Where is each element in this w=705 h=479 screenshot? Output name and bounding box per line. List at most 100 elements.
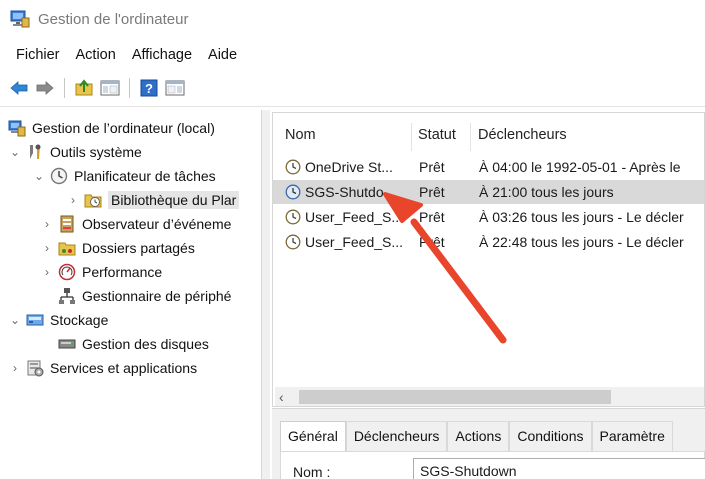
horizontal-scrollbar[interactable]: ‹ — [275, 387, 704, 406]
show-hide-tree-icon[interactable] — [99, 77, 121, 99]
services-icon — [26, 359, 44, 377]
title-bar: Gestion de l'ordinateur — [0, 0, 705, 38]
tree-label: Dossiers partagés — [82, 240, 195, 256]
column-divider[interactable] — [411, 123, 412, 151]
task-trigger: À 03:26 tous les jours - Le décler — [479, 209, 684, 225]
tools-icon — [26, 143, 44, 161]
table-row[interactable]: SGS-Shutdo... Prêt À 21:00 tous les jour… — [273, 180, 704, 204]
tree-item-gestionnaire-peripheriques[interactable]: Gestionnaire de périphé — [58, 284, 231, 308]
tab-general[interactable]: Général — [280, 421, 346, 451]
tree-item-planificateur[interactable]: ⌄ Planificateur de tâches — [32, 164, 216, 188]
name-field[interactable]: SGS-Shutdown — [413, 458, 705, 479]
task-status: Prêt — [419, 159, 445, 175]
tree-item-observateur[interactable]: › Observateur d’événeme — [40, 212, 231, 236]
shared-folder-icon — [58, 239, 76, 257]
svg-text:?: ? — [145, 81, 153, 96]
tab-actions[interactable]: Actions — [447, 421, 510, 451]
scroll-left-icon[interactable]: ‹ — [279, 389, 284, 405]
chevron-down-icon[interactable]: ⌄ — [32, 169, 46, 183]
task-trigger: À 22:48 tous les jours - Le décler — [479, 234, 684, 250]
column-divider[interactable] — [470, 123, 471, 151]
task-clock-icon — [285, 184, 301, 200]
menu-fichier[interactable]: Fichier — [8, 45, 68, 65]
scrollbar-thumb[interactable] — [299, 390, 611, 404]
tree-item-gestion-disques[interactable]: Gestion des disques — [58, 332, 209, 356]
tree-item-dossiers-partages[interactable]: › Dossiers partagés — [40, 236, 195, 260]
tree-label: Observateur d’événeme — [82, 216, 232, 232]
task-status: Prêt — [419, 184, 445, 200]
column-header-nom[interactable]: Nom — [285, 127, 316, 143]
column-header-declencheurs[interactable]: Déclencheurs — [478, 127, 567, 143]
task-name: OneDrive St... — [305, 159, 393, 175]
event-viewer-icon — [58, 215, 76, 233]
toolbar: ? — [0, 74, 186, 102]
tree-label: Bibliothèque du Plar — [108, 191, 240, 209]
menu-action[interactable]: Action — [68, 45, 124, 65]
tree-label: Stockage — [50, 312, 109, 328]
column-header-statut[interactable]: Statut — [418, 127, 456, 143]
general-tab-content: Nom : SGS-Shutdown — [280, 451, 705, 479]
chevron-right-icon[interactable]: › — [40, 265, 54, 279]
tree-item-root[interactable]: Gestion de l’ordinateur (local) — [8, 116, 215, 140]
toolbar-divider — [0, 106, 705, 107]
tree-label: Performance — [82, 264, 163, 280]
disk-management-icon — [58, 335, 76, 353]
menu-aide[interactable]: Aide — [200, 45, 245, 65]
tree-label: Services et applications — [50, 360, 198, 376]
detail-tabs: Général Déclencheurs Actions Conditions … — [280, 421, 673, 451]
tree-label: Outils système — [50, 144, 142, 160]
navigation-tree: Gestion de l’ordinateur (local) ⌄ Outils… — [0, 110, 262, 479]
tree-item-outils-systeme[interactable]: ⌄ Outils système — [8, 140, 142, 164]
back-icon[interactable] — [8, 77, 30, 99]
chevron-right-icon[interactable]: › — [66, 193, 80, 207]
pane-splitter[interactable] — [262, 110, 270, 479]
task-clock-icon — [285, 159, 301, 175]
chevron-right-icon[interactable]: › — [40, 217, 54, 231]
tab-declencheurs[interactable]: Déclencheurs — [345, 421, 448, 451]
table-row[interactable]: User_Feed_S... Prêt À 22:48 tous les jou… — [273, 230, 704, 254]
tab-parametres[interactable]: Paramètre — [591, 421, 673, 451]
computer-management-icon — [10, 10, 30, 28]
table-row[interactable]: OneDrive St... Prêt À 04:00 le 1992-05-0… — [273, 155, 704, 179]
task-detail-panel: Général Déclencheurs Actions Conditions … — [272, 408, 705, 479]
tree-item-performance[interactable]: › Performance — [40, 260, 162, 284]
task-clock-icon — [285, 234, 301, 250]
toolbar-separator — [129, 78, 130, 98]
task-clock-icon — [285, 209, 301, 225]
storage-icon — [26, 311, 44, 329]
toolbar-separator — [64, 78, 65, 98]
name-field-label: Nom : — [293, 464, 331, 479]
task-list: Nom Statut Déclencheurs OneDrive St... P… — [272, 112, 705, 407]
task-trigger: À 21:00 tous les jours — [479, 184, 614, 200]
task-status: Prêt — [419, 234, 445, 250]
tab-conditions[interactable]: Conditions — [509, 421, 592, 451]
forward-icon[interactable] — [34, 77, 56, 99]
tree-label: Gestion des disques — [82, 336, 209, 352]
task-list-pane: Nom Statut Déclencheurs OneDrive St... P… — [270, 110, 705, 479]
task-status: Prêt — [419, 209, 445, 225]
tree-label: Planificateur de tâches — [74, 168, 216, 184]
clock-icon — [50, 167, 68, 185]
menu-bar: Fichier Action Affichage Aide — [0, 42, 245, 68]
menu-affichage[interactable]: Affichage — [124, 45, 200, 65]
task-name: SGS-Shutdo... — [305, 184, 396, 200]
chevron-down-icon[interactable]: ⌄ — [8, 313, 22, 327]
table-row[interactable]: User_Feed_S... Prêt À 03:26 tous les jou… — [273, 205, 704, 229]
tree-label: Gestionnaire de périphé — [82, 288, 232, 304]
action-pane-icon[interactable] — [164, 77, 186, 99]
folder-clock-icon — [84, 191, 102, 209]
task-name: User_Feed_S... — [305, 209, 404, 225]
tree-label: Gestion de l’ordinateur (local) — [32, 120, 215, 136]
window-title: Gestion de l'ordinateur — [38, 10, 189, 28]
tree-item-bibliotheque[interactable]: › Bibliothèque du Plar — [66, 188, 240, 212]
task-name: User_Feed_S... — [305, 234, 404, 250]
tree-item-stockage[interactable]: ⌄ Stockage — [8, 308, 108, 332]
chevron-down-icon[interactable]: ⌄ — [8, 145, 22, 159]
chevron-right-icon[interactable]: › — [40, 241, 54, 255]
chevron-right-icon[interactable]: › — [8, 361, 22, 375]
computer-management-icon — [8, 119, 26, 137]
task-trigger: À 04:00 le 1992-05-01 - Après le — [479, 159, 681, 175]
help-icon[interactable]: ? — [138, 77, 160, 99]
tree-item-services-applications[interactable]: › Services et applications — [8, 356, 197, 380]
up-folder-icon[interactable] — [73, 77, 95, 99]
